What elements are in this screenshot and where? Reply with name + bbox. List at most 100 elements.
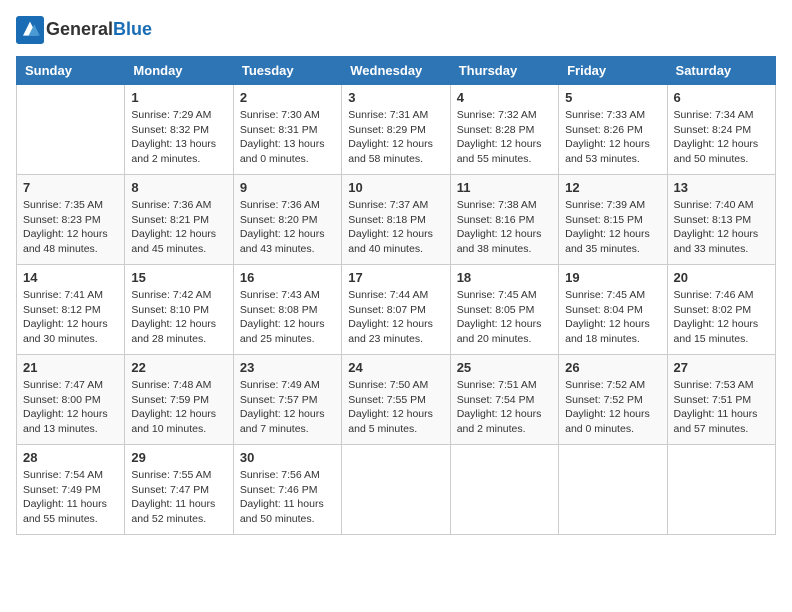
cell-info: Sunrise: 7:43 AMSunset: 8:08 PMDaylight:…	[240, 288, 335, 347]
day-number: 2	[240, 90, 335, 105]
day-number: 7	[23, 180, 118, 195]
calendar-cell: 3 Sunrise: 7:31 AMSunset: 8:29 PMDaylight…	[342, 85, 450, 175]
cell-info: Sunrise: 7:48 AMSunset: 7:59 PMDaylight:…	[131, 378, 226, 437]
day-number: 14	[23, 270, 118, 285]
cell-info: Sunrise: 7:50 AMSunset: 7:55 PMDaylight:…	[348, 378, 443, 437]
logo-icon	[16, 16, 44, 44]
header-row: SundayMondayTuesdayWednesdayThursdayFrid…	[17, 57, 776, 85]
calendar-cell	[450, 445, 558, 535]
col-header-saturday: Saturday	[667, 57, 775, 85]
calendar-cell: 9Sunrise: 7:36 AMSunset: 8:20 PMDaylight…	[233, 175, 341, 265]
cell-info: Sunrise: 7:32 AMSunset: 8:28 PMDaylight:…	[457, 108, 552, 167]
col-header-monday: Monday	[125, 57, 233, 85]
logo: GeneralBlue	[16, 16, 152, 44]
cell-info: Sunrise: 7:37 AMSunset: 8:18 PMDaylight:…	[348, 198, 443, 257]
col-header-tuesday: Tuesday	[233, 57, 341, 85]
calendar-cell: 20 Sunrise: 7:46 AMSunset: 8:02 PMDayligh…	[667, 265, 775, 355]
week-row-5: 28Sunrise: 7:54 AMSunset: 7:49 PMDayligh…	[17, 445, 776, 535]
calendar-cell: 26 Sunrise: 7:52 AMSunset: 7:52 PMDayligh…	[559, 355, 667, 445]
cell-info: Sunrise: 7:41 AMSunset: 8:12 PMDaylight:…	[23, 288, 118, 347]
cell-info: Sunrise: 7:52 AMSunset: 7:52 PMDaylight:…	[565, 378, 660, 437]
cell-info: Sunrise: 7:45 AMSunset: 8:05 PMDaylight:…	[457, 288, 552, 347]
day-number: 20	[674, 270, 769, 285]
cell-info: Sunrise: 7:49 AMSunset: 7:57 PMDaylight:…	[240, 378, 335, 437]
cell-info: Sunrise: 7:39 AMSunset: 8:15 PMDaylight:…	[565, 198, 660, 257]
calendar-cell: 1 Sunrise: 7:29 AMSunset: 8:32 PMDaylight…	[125, 85, 233, 175]
week-row-1: 1 Sunrise: 7:29 AMSunset: 8:32 PMDaylight…	[17, 85, 776, 175]
logo-text: GeneralBlue	[46, 20, 152, 40]
cell-info: Sunrise: 7:42 AMSunset: 8:10 PMDaylight:…	[131, 288, 226, 347]
cell-info: Sunrise: 7:31 AMSunset: 8:29 PMDaylight:…	[348, 108, 443, 167]
day-number: 15	[131, 270, 226, 285]
week-row-2: 7 Sunrise: 7:35 AMSunset: 8:23 PMDaylight…	[17, 175, 776, 265]
day-number: 8	[131, 180, 226, 195]
calendar-cell: 10 Sunrise: 7:37 AMSunset: 8:18 PMDayligh…	[342, 175, 450, 265]
calendar-cell: 13Sunrise: 7:40 AMSunset: 8:13 PMDayligh…	[667, 175, 775, 265]
calendar-cell: 12Sunrise: 7:39 AMSunset: 8:15 PMDayligh…	[559, 175, 667, 265]
day-number: 1	[131, 90, 226, 105]
day-number: 4	[457, 90, 552, 105]
calendar-cell: 15 Sunrise: 7:42 AMSunset: 8:10 PMDayligh…	[125, 265, 233, 355]
day-number: 3	[348, 90, 443, 105]
day-number: 30	[240, 450, 335, 465]
calendar-cell: 30 Sunrise: 7:56 AMSunset: 7:46 PMDayligh…	[233, 445, 341, 535]
calendar-cell	[667, 445, 775, 535]
calendar-cell	[17, 85, 125, 175]
cell-info: Sunrise: 7:44 AMSunset: 8:07 PMDaylight:…	[348, 288, 443, 347]
calendar-cell: 28Sunrise: 7:54 AMSunset: 7:49 PMDayligh…	[17, 445, 125, 535]
day-number: 26	[565, 360, 660, 375]
calendar-cell: 2 Sunrise: 7:30 AMSunset: 8:31 PMDaylight…	[233, 85, 341, 175]
cell-info: Sunrise: 7:56 AMSunset: 7:46 PMDaylight:…	[240, 468, 335, 527]
cell-info: Sunrise: 7:38 AMSunset: 8:16 PMDaylight:…	[457, 198, 552, 257]
cell-info: Sunrise: 7:35 AMSunset: 8:23 PMDaylight:…	[23, 198, 118, 257]
day-number: 10	[348, 180, 443, 195]
cell-info: Sunrise: 7:45 AMSunset: 8:04 PMDaylight:…	[565, 288, 660, 347]
calendar-cell: 29 Sunrise: 7:55 AMSunset: 7:47 PMDayligh…	[125, 445, 233, 535]
cell-info: Sunrise: 7:54 AMSunset: 7:49 PMDaylight:…	[23, 468, 118, 527]
calendar-cell: 16 Sunrise: 7:43 AMSunset: 8:08 PMDayligh…	[233, 265, 341, 355]
col-header-sunday: Sunday	[17, 57, 125, 85]
day-number: 24	[348, 360, 443, 375]
calendar-cell: 11Sunrise: 7:38 AMSunset: 8:16 PMDayligh…	[450, 175, 558, 265]
day-number: 29	[131, 450, 226, 465]
day-number: 17	[348, 270, 443, 285]
calendar-table: SundayMondayTuesdayWednesdayThursdayFrid…	[16, 56, 776, 535]
cell-info: Sunrise: 7:29 AMSunset: 8:32 PMDaylight:…	[131, 108, 226, 167]
day-number: 22	[131, 360, 226, 375]
calendar-cell: 25Sunrise: 7:51 AMSunset: 7:54 PMDayligh…	[450, 355, 558, 445]
calendar-cell: 21 Sunrise: 7:47 AMSunset: 8:00 PMDayligh…	[17, 355, 125, 445]
calendar-cell: 7 Sunrise: 7:35 AMSunset: 8:23 PMDaylight…	[17, 175, 125, 265]
cell-info: Sunrise: 7:36 AMSunset: 8:20 PMDaylight:…	[240, 198, 335, 257]
day-number: 16	[240, 270, 335, 285]
calendar-cell: 4 Sunrise: 7:32 AMSunset: 8:28 PMDaylight…	[450, 85, 558, 175]
day-number: 27	[674, 360, 769, 375]
cell-info: Sunrise: 7:30 AMSunset: 8:31 PMDaylight:…	[240, 108, 335, 167]
cell-info: Sunrise: 7:34 AMSunset: 8:24 PMDaylight:…	[674, 108, 769, 167]
cell-info: Sunrise: 7:46 AMSunset: 8:02 PMDaylight:…	[674, 288, 769, 347]
cell-info: Sunrise: 7:53 AMSunset: 7:51 PMDaylight:…	[674, 378, 769, 437]
calendar-cell: 8 Sunrise: 7:36 AMSunset: 8:21 PMDaylight…	[125, 175, 233, 265]
calendar-cell: 23 Sunrise: 7:49 AMSunset: 7:57 PMDayligh…	[233, 355, 341, 445]
day-number: 18	[457, 270, 552, 285]
col-header-wednesday: Wednesday	[342, 57, 450, 85]
week-row-4: 21 Sunrise: 7:47 AMSunset: 8:00 PMDayligh…	[17, 355, 776, 445]
day-number: 6	[674, 90, 769, 105]
day-number: 21	[23, 360, 118, 375]
calendar-cell: 22 Sunrise: 7:48 AMSunset: 7:59 PMDayligh…	[125, 355, 233, 445]
calendar-cell: 27 Sunrise: 7:53 AMSunset: 7:51 PMDayligh…	[667, 355, 775, 445]
week-row-3: 14 Sunrise: 7:41 AMSunset: 8:12 PMDayligh…	[17, 265, 776, 355]
day-number: 23	[240, 360, 335, 375]
col-header-thursday: Thursday	[450, 57, 558, 85]
calendar-cell: 17 Sunrise: 7:44 AMSunset: 8:07 PMDayligh…	[342, 265, 450, 355]
cell-info: Sunrise: 7:47 AMSunset: 8:00 PMDaylight:…	[23, 378, 118, 437]
calendar-cell	[559, 445, 667, 535]
cell-info: Sunrise: 7:33 AMSunset: 8:26 PMDaylight:…	[565, 108, 660, 167]
calendar-cell: 14 Sunrise: 7:41 AMSunset: 8:12 PMDayligh…	[17, 265, 125, 355]
col-header-friday: Friday	[559, 57, 667, 85]
cell-info: Sunrise: 7:36 AMSunset: 8:21 PMDaylight:…	[131, 198, 226, 257]
calendar-cell: 18 Sunrise: 7:45 AMSunset: 8:05 PMDayligh…	[450, 265, 558, 355]
day-number: 13	[674, 180, 769, 195]
cell-info: Sunrise: 7:55 AMSunset: 7:47 PMDaylight:…	[131, 468, 226, 527]
calendar-cell: 24 Sunrise: 7:50 AMSunset: 7:55 PMDayligh…	[342, 355, 450, 445]
calendar-cell: 19Sunrise: 7:45 AMSunset: 8:04 PMDayligh…	[559, 265, 667, 355]
